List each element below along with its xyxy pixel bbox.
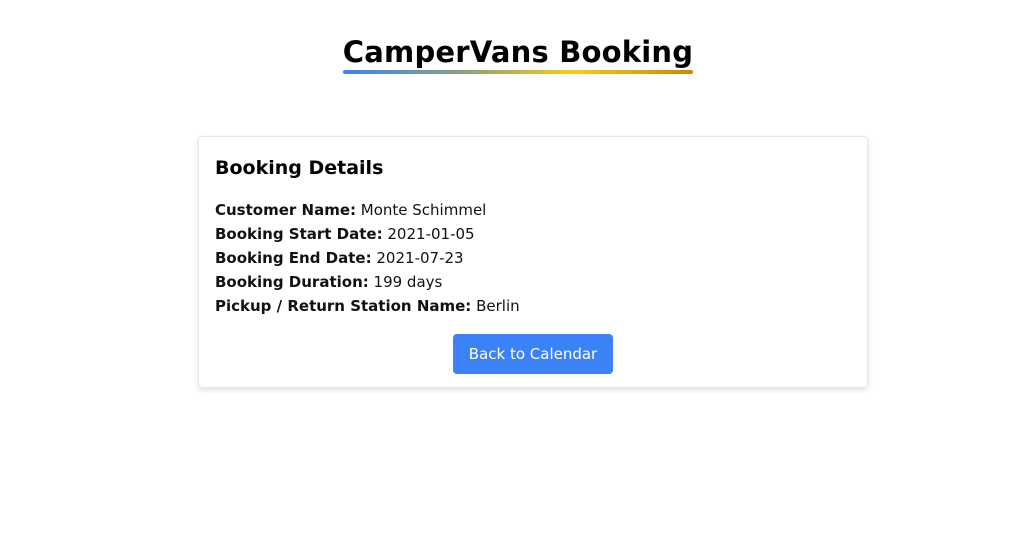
detail-end-date: Booking End Date: 2021-07-23	[215, 246, 851, 270]
detail-value: Berlin	[476, 297, 520, 315]
booking-details-card: Booking Details Customer Name: Monte Sch…	[198, 136, 868, 388]
detail-value: 2021-01-05	[387, 225, 475, 243]
detail-value: Monte Schimmel	[360, 201, 487, 219]
detail-start-date: Booking Start Date: 2021-01-05	[215, 222, 851, 246]
detail-label: Booking End Date:	[215, 249, 372, 267]
card-actions: Back to Calendar	[215, 334, 851, 374]
detail-label: Pickup / Return Station Name:	[215, 297, 472, 315]
detail-value: 2021-07-23	[376, 249, 464, 267]
app-header: CamperVans Booking	[0, 34, 1036, 76]
detail-station-name: Pickup / Return Station Name: Berlin	[215, 294, 851, 318]
back-to-calendar-button[interactable]: Back to Calendar	[452, 334, 614, 374]
detail-label: Customer Name:	[215, 201, 356, 219]
app-title-text: CamperVans Booking	[342, 35, 694, 69]
title-underline	[342, 70, 694, 74]
detail-label: Booking Start Date:	[215, 225, 383, 243]
detail-customer-name: Customer Name: Monte Schimmel	[215, 198, 851, 222]
booking-details-heading: Booking Details	[215, 157, 384, 179]
app-title: CamperVans Booking	[342, 34, 694, 76]
detail-value: 199 days	[373, 273, 443, 291]
detail-label: Booking Duration:	[215, 273, 369, 291]
page: CamperVans Booking Booking Details Custo…	[0, 0, 1036, 535]
detail-duration: Booking Duration: 199 days	[215, 270, 851, 294]
